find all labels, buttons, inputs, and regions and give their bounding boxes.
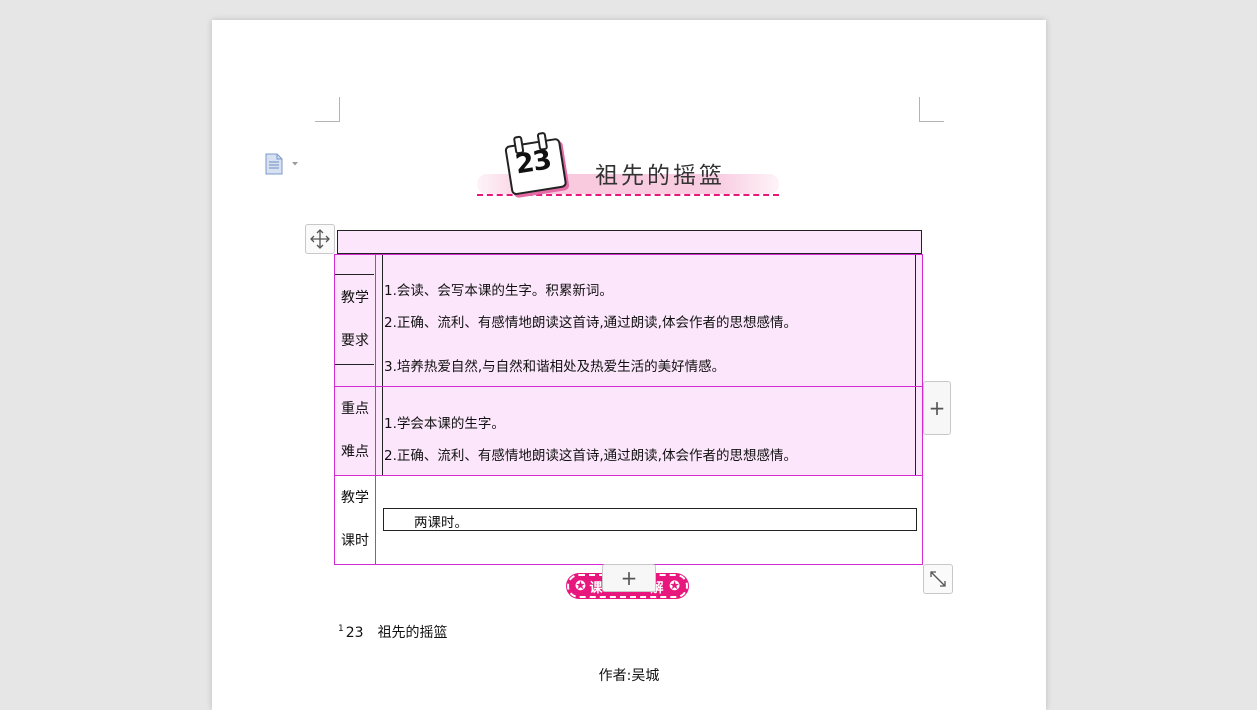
move-arrows-icon [310, 229, 330, 249]
row-label: 课时 [341, 533, 369, 549]
author-line: 作者:吴城 [598, 668, 660, 684]
resize-arrows-icon [930, 571, 946, 587]
table-resize-handle[interactable] [923, 564, 953, 594]
lesson-title: 祖先的摇篮 [595, 163, 725, 189]
lesson-plan-table[interactable]: 教学 要求 1.会读、会写本课的生字。积累新词。 2.正确、流利、有感情地朗读这… [334, 254, 923, 565]
key-point-item: 1.学会本课的生字。 [384, 416, 505, 432]
margin-corner-top-left [315, 97, 340, 122]
label-cell-border [334, 274, 374, 365]
row-label: 难点 [341, 444, 369, 460]
footnote-number: 23 [345, 625, 364, 641]
calendar-icon: 23 [501, 130, 568, 196]
requirement-item: 2.正确、流利、有感情地朗读这首诗,通过朗读,体会作者的思想感情。 [384, 315, 797, 331]
row-label: 教学 [341, 490, 369, 506]
content-column-border [915, 254, 916, 475]
row-label: 重点 [341, 401, 369, 417]
add-row-button[interactable]: + [602, 564, 656, 592]
footnote-text: 祖先的摇篮 [377, 625, 448, 641]
margin-corner-top-right [919, 97, 944, 122]
lesson-title-banner: 23 祖先的摇篮 [477, 128, 783, 200]
footnote-marker: 1 [338, 624, 344, 634]
requirement-item: 3.培养热爱自然,与自然和谐相处及热爱生活的美好情感。 [384, 359, 726, 375]
star-icon: ✪ [669, 578, 680, 594]
footnote-line: 1 23 祖先的摇篮 [338, 622, 448, 642]
key-point-item: 2.正确、流利、有感情地朗读这首诗,通过朗读,体会作者的思想感情。 [384, 448, 797, 464]
row-divider [334, 386, 923, 387]
document-page[interactable]: 23 祖先的摇篮 教学 要求 1.会读、会写本课的生字。积累新词。 2.正确、流… [212, 20, 1046, 710]
table-move-handle[interactable] [305, 224, 335, 254]
table-header-bar[interactable] [337, 230, 922, 254]
row-label: 教学 [341, 290, 369, 306]
content-column-border [382, 254, 383, 475]
add-column-button[interactable]: + [923, 381, 951, 435]
class-hours-text: 两课时。 [414, 515, 468, 531]
star-icon: ✪ [575, 578, 586, 594]
paragraph-options-icon[interactable] [264, 153, 304, 175]
row-divider [334, 475, 923, 476]
title-underline [477, 194, 779, 196]
row-label: 要求 [341, 333, 369, 349]
requirement-item: 1.会读、会写本课的生字。积累新词。 [384, 283, 613, 299]
class-hours-cell[interactable]: 两课时。 [383, 508, 917, 531]
